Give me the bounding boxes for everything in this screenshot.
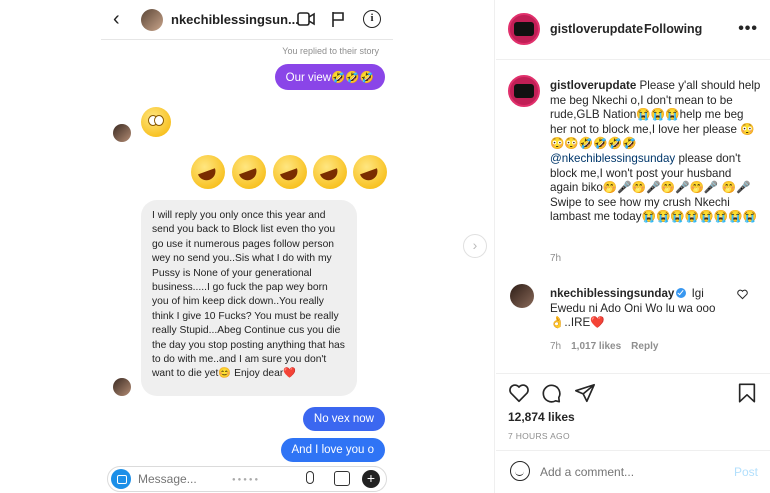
sender-avatar [113,124,131,142]
dm-avatar [141,9,163,31]
plus-icon[interactable]: + [362,470,380,488]
dm-screenshot: ‹ nkechiblessingsun... i You replied to … [101,0,393,493]
sender-avatar [113,378,131,396]
gallery-icon[interactable] [334,471,350,486]
emoji-smiley-icon[interactable] [510,461,530,481]
comment-timestamp: 7h [550,341,562,352]
following-button[interactable]: Following [644,22,702,36]
bookmark-icon[interactable] [736,382,758,404]
carousel-dots: ●●●●● [232,477,261,483]
dm-username: nkechiblessingsun... [171,12,299,27]
caption-username[interactable]: gistloverupdate [550,79,636,92]
post-sidebar: gistloverupdate · Following ••• gistlove… [496,0,770,493]
comment-username[interactable]: nkechiblessingsunday [550,287,674,300]
share-paper-plane-icon[interactable] [574,382,596,404]
rofl-emoji-icon [191,155,225,189]
reply-button[interactable]: Reply [631,341,658,352]
caption-timestamp: 7h [550,253,562,264]
post-actions: 12,874 likes 7 HOURS AGO [496,373,770,443]
caption-avatar[interactable] [508,75,540,107]
rofl-emoji-icon [313,155,347,189]
rofl-emoji-icon [273,155,307,189]
story-reply-note: You replied to their story [282,46,379,56]
dm-header: ‹ nkechiblessingsun... i [101,0,393,40]
flag-icon[interactable] [331,11,345,28]
comment-like-heart-icon[interactable] [737,289,748,300]
info-icon[interactable]: i [363,10,381,28]
more-options-icon[interactable]: ••• [738,20,758,38]
add-comment-bar: Post [496,450,770,493]
post-comment-button[interactable]: Post [734,465,758,479]
video-call-icon[interactable] [297,12,315,26]
message-bubble-sent: Our view🤣🤣🤣 [274,64,385,90]
message-bubble-received: I will reply you only once this year and… [141,200,357,396]
post-header: gistloverupdate · Following ••• [496,0,770,60]
eye-roll-emoji-icon [141,107,171,137]
caption-mention-link[interactable]: @nkechiblessingsunday [550,152,675,165]
message-bubble-sent: No vex now [302,407,385,431]
verified-badge-icon [676,288,687,298]
comment-likes[interactable]: 1,017 likes [571,341,621,352]
comments-section: gistloverupdate Please y'all should help… [496,61,770,373]
microphone-icon[interactable] [306,471,314,484]
rofl-emoji-icon [232,155,266,189]
dm-message-input[interactable] [138,472,288,486]
post-age: 7 HOURS AGO [508,431,570,441]
message-bubble-sent: And I love you o [280,438,385,462]
like-heart-icon[interactable] [508,382,530,404]
post-username[interactable]: gistloverupdate [550,22,643,36]
rofl-emoji-icon [353,155,387,189]
post-media: ‹ nkechiblessingsun... i You replied to … [0,0,495,493]
comment-input[interactable] [540,465,710,479]
commenter-avatar[interactable] [510,284,534,308]
like-count[interactable]: 12,874 likes [508,410,575,424]
post-caption: gistloverupdate Please y'all should help… [550,79,762,225]
comment-meta: 7h 1,017 likes Reply [550,341,668,352]
carousel-next-icon[interactable]: › [463,234,487,258]
separator-dot: · [636,22,640,36]
comment-bubble-icon[interactable] [540,382,562,404]
back-icon[interactable]: ‹ [113,8,120,31]
camera-icon[interactable] [111,469,131,489]
comment: nkechiblessingsunday Igi Ewedu ni Ado On… [550,287,730,331]
profile-avatar[interactable] [508,13,540,45]
